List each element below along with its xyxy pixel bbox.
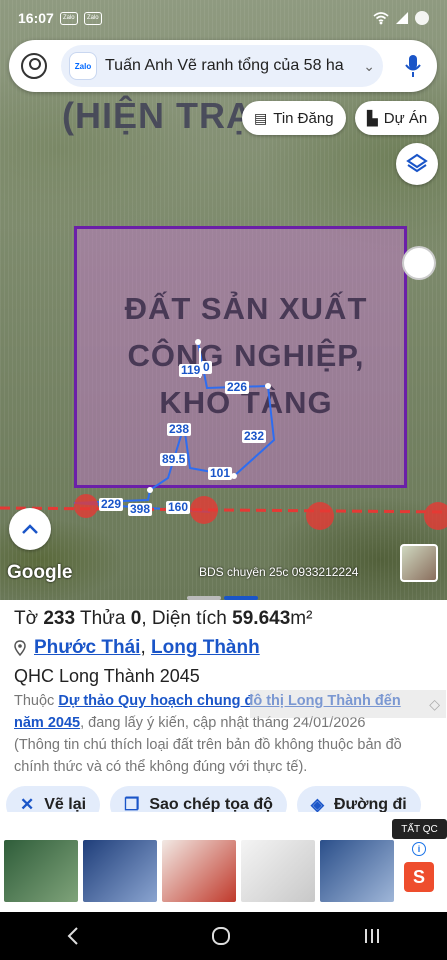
building-icon: ▙ xyxy=(367,109,378,126)
layers-icon: ◇ xyxy=(429,695,440,712)
news-chip-label: Tin Đăng xyxy=(273,109,334,127)
news-chip[interactable]: ▤ Tin Đăng xyxy=(242,101,346,135)
sheet-handle-active[interactable] xyxy=(224,596,258,600)
back-icon[interactable] xyxy=(66,926,80,946)
wifi-icon xyxy=(373,12,389,25)
account-icon[interactable] xyxy=(21,53,47,79)
sheet-label: Tờ xyxy=(14,608,39,629)
shared-query-pill[interactable]: Zalo Tuấn Anh Vẽ ranh tổng của 58 ha ⌄ xyxy=(61,45,383,87)
sheet-handle[interactable] xyxy=(187,596,221,600)
google-logo: Google xyxy=(7,562,73,583)
app-notification-icon: Zalo xyxy=(59,11,78,25)
planning-name: QHC Long Thành 2045 xyxy=(14,666,200,686)
desc-prefix: Thuộc xyxy=(14,693,55,709)
location-pin-icon xyxy=(14,640,26,656)
projects-chip-label: Dự Án xyxy=(383,109,428,127)
search-query-text: Tuấn Anh Vẽ ranh tổng của 58 ha xyxy=(105,57,344,74)
desc-note: (Thông tin chú thích loại đất trên bản đ… xyxy=(14,737,402,775)
search-bar[interactable]: Zalo Tuấn Anh Vẽ ranh tổng của 58 ha ⌄ xyxy=(9,40,437,92)
expand-sheet-button[interactable] xyxy=(9,508,51,550)
zalo-icon: Zalo xyxy=(69,52,97,80)
map-attribution: BDS chuyên 25c 0933212224 xyxy=(199,565,359,579)
signal-icon xyxy=(396,12,408,24)
street-view-thumbnail[interactable] xyxy=(400,544,438,582)
edge-length-label: 398 xyxy=(128,502,153,516)
status-time: 16:07 xyxy=(18,10,54,26)
parcel-label: Thửa xyxy=(80,608,126,629)
area-label: Diện tích xyxy=(151,608,227,629)
edge-length-label: 232 xyxy=(242,429,267,443)
edge-length-label: 160 xyxy=(166,500,191,514)
edge-length-label: 226 xyxy=(225,380,250,394)
edge-length-label: 0 xyxy=(201,360,212,374)
recents-icon[interactable] xyxy=(363,927,381,945)
ad-item-image[interactable] xyxy=(241,840,315,902)
listing-icon: ▤ xyxy=(254,109,268,126)
ad-item-image[interactable] xyxy=(83,840,157,902)
opacity-slider-handle[interactable] xyxy=(404,248,434,278)
parcel-summary: Tờ 233 Thửa 0, Diện tích 59.643m² xyxy=(14,608,313,629)
area-value: 59.643 xyxy=(232,608,291,629)
edge-length-label: 101 xyxy=(208,466,233,480)
edge-length-label: 229 xyxy=(99,497,124,511)
ad-banner[interactable] xyxy=(0,812,447,908)
area-unit: m² xyxy=(290,608,313,629)
layers-button[interactable] xyxy=(396,143,438,185)
hide-ads-button[interactable]: TẤT QC xyxy=(392,819,447,839)
ad-info-icon[interactable]: i xyxy=(412,842,426,856)
edge-length-label: 238 xyxy=(167,422,192,436)
ad-item-image[interactable] xyxy=(320,840,394,902)
ad-item-image[interactable] xyxy=(162,840,236,902)
ward-link[interactable]: Phước Thái xyxy=(34,637,140,659)
district-link[interactable]: Long Thành xyxy=(151,637,260,659)
app-notification-icon: Zalo xyxy=(83,11,102,25)
layers-icon xyxy=(406,153,428,173)
status-bar: 16:07 Zalo Zalo xyxy=(0,0,447,36)
floating-overlay: ◇ xyxy=(250,690,446,718)
microphone-icon[interactable] xyxy=(403,52,423,80)
sheet-number-value: 233 xyxy=(43,608,76,629)
edge-length-label: 89.5 xyxy=(160,452,188,466)
home-icon[interactable] xyxy=(211,926,231,946)
battery-icon xyxy=(415,11,429,25)
chevron-down-icon[interactable]: ⌄ xyxy=(363,58,375,75)
chevron-up-icon xyxy=(22,524,38,534)
parcel-location: Phước Thái, Long Thành xyxy=(14,637,260,659)
system-nav-bar xyxy=(0,912,447,960)
shopee-icon[interactable]: S xyxy=(404,862,434,892)
edge-length-label: 119 xyxy=(179,363,203,377)
projects-chip[interactable]: ▙ Dự Án xyxy=(355,101,440,135)
parcel-number-value: 0 xyxy=(130,608,142,629)
ad-item-image[interactable] xyxy=(4,840,78,902)
